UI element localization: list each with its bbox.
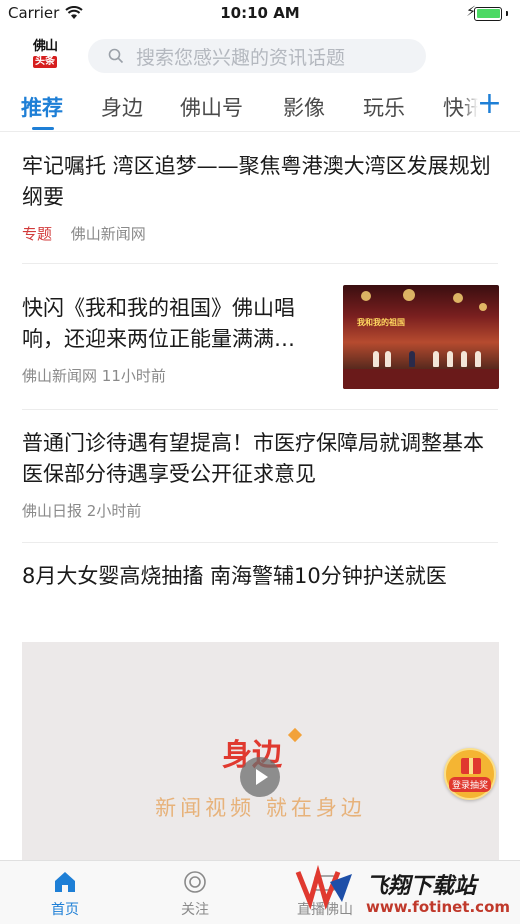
watermark-url: www.fotinet.com bbox=[366, 898, 511, 916]
news-meta: 佛山日报 2小时前 bbox=[22, 500, 498, 521]
tab-nearby[interactable]: 身边 bbox=[101, 92, 143, 122]
play-button[interactable] bbox=[240, 757, 280, 797]
category-tabs: 推荐 身边 佛山号 影像 玩乐 快讯 + bbox=[0, 88, 520, 132]
watermark: 飞翔下载站 www.fotinet.com bbox=[290, 862, 520, 924]
video-logo-accent bbox=[287, 727, 303, 743]
news-time: 2小时前 bbox=[86, 502, 142, 520]
logo-top-text: 佛山 bbox=[32, 39, 58, 54]
app-logo[interactable]: 佛山 头条 bbox=[30, 40, 60, 70]
login-lottery-button[interactable]: 登录抽奖 bbox=[444, 748, 496, 800]
topic-tag: 专题 bbox=[22, 225, 53, 243]
nav-home-label: 首页 bbox=[51, 902, 79, 918]
search-placeholder: 搜索您感兴趣的资讯话题 bbox=[136, 46, 346, 69]
nav-follow-label: 关注 bbox=[181, 902, 209, 918]
divider bbox=[22, 263, 498, 264]
news-meta: 专题 佛山新闻网 bbox=[22, 223, 498, 244]
gift-label: 登录抽奖 bbox=[448, 777, 491, 792]
home-icon bbox=[55, 872, 75, 892]
news-title: 8月大女婴高烧抽搐 南海警辅10分钟护送就医 bbox=[22, 564, 447, 588]
search-icon bbox=[108, 48, 124, 64]
nav-home[interactable]: 首页 bbox=[20, 869, 110, 919]
news-title: 快闪《我和我的祖国》佛山唱响，还迎来两位正能量满满… bbox=[22, 296, 295, 351]
battery-icon bbox=[474, 6, 508, 21]
news-meta: 佛山新闻网 11小时前 bbox=[22, 365, 332, 386]
thumbnail-caption: 我和我的祖国 bbox=[357, 318, 405, 327]
watermark-text: 飞翔下载站 bbox=[366, 874, 477, 899]
logo-bottom-text: 头条 bbox=[33, 56, 57, 68]
news-item[interactable]: 普通门诊待遇有望提高！市医疗保障局就调整基本医保部分待遇享受公开征求意见 佛山日… bbox=[22, 428, 498, 521]
tab-leisure[interactable]: 玩乐 bbox=[363, 92, 405, 122]
divider bbox=[22, 542, 498, 543]
news-item[interactable]: 牢记嘱托 湾区追梦——聚焦粤港澳大湾区发展规划纲要 专题 佛山新闻网 bbox=[22, 151, 498, 244]
news-thumbnail[interactable]: 我和我的祖国 bbox=[343, 285, 499, 389]
tab-foshan-hao[interactable]: 佛山号 bbox=[180, 92, 243, 122]
news-source: 佛山新闻网 bbox=[70, 225, 146, 243]
add-tab-button[interactable]: + bbox=[462, 88, 502, 126]
nav-follow[interactable]: 关注 bbox=[150, 869, 240, 919]
active-tab-indicator bbox=[32, 127, 54, 130]
news-title: 普通门诊待遇有望提高！市医疗保障局就调整基本医保部分待遇享受公开征求意见 bbox=[22, 431, 484, 486]
news-item[interactable]: 8月大女婴高烧抽搐 南海警辅10分钟护送就医 bbox=[22, 561, 498, 592]
search-input[interactable]: 搜索您感兴趣的资讯话题 bbox=[88, 39, 426, 73]
follow-icon bbox=[184, 871, 206, 893]
news-source: 佛山日报 bbox=[22, 502, 83, 520]
gift-icon bbox=[461, 758, 481, 774]
video-player[interactable]: 身边 新闻视频 就在身边 bbox=[22, 642, 499, 864]
divider bbox=[22, 409, 498, 410]
news-time: 11小时前 bbox=[101, 367, 166, 385]
status-bar: Carrier 10:10 AM ⚡︎ bbox=[0, 0, 520, 26]
status-time: 10:10 AM bbox=[220, 4, 300, 22]
news-item[interactable]: 快闪《我和我的祖国》佛山唱响，还迎来两位正能量满满… 佛山新闻网 11小时前 bbox=[22, 293, 332, 386]
tab-images[interactable]: 影像 bbox=[283, 92, 325, 122]
news-source: 佛山新闻网 bbox=[22, 367, 98, 385]
watermark-logo-icon bbox=[295, 864, 352, 910]
app-header: 佛山 头条 搜索您感兴趣的资讯话题 bbox=[0, 30, 520, 84]
news-title: 牢记嘱托 湾区追梦——聚焦粤港澳大湾区发展规划纲要 bbox=[22, 154, 491, 209]
tab-recommend[interactable]: 推荐 bbox=[21, 92, 63, 122]
